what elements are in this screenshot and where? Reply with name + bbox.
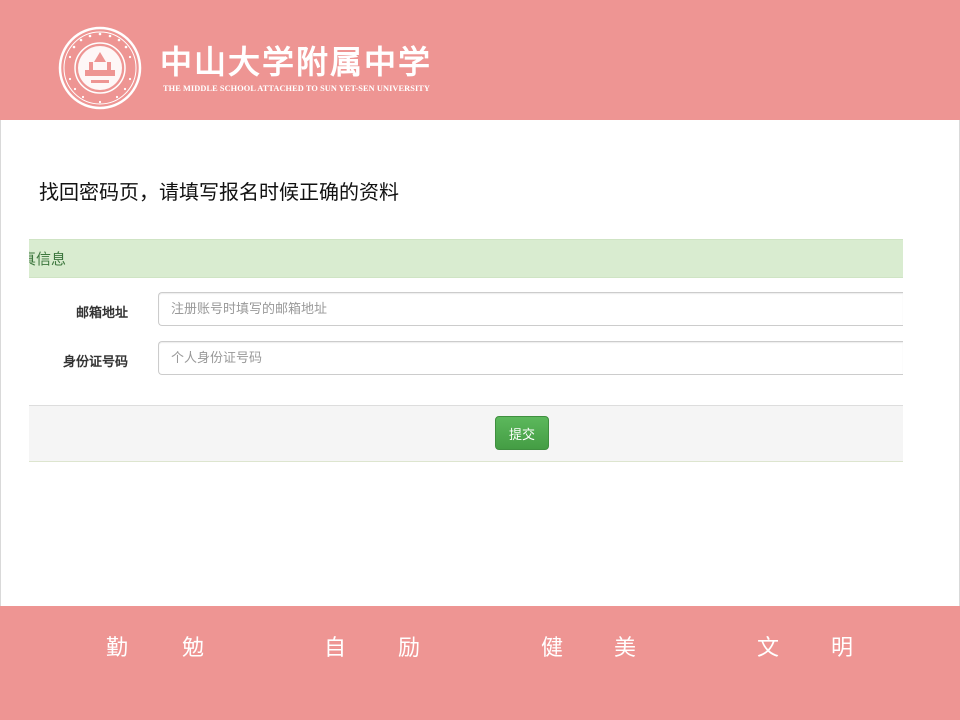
- motto-char: 健: [541, 636, 564, 661]
- id-number-label: 身份证号码: [62, 355, 128, 370]
- email-input[interactable]: [158, 292, 903, 326]
- school-logo-english: THE MIDDLE SCHOOL ATTACHED TO SUN YET-SE…: [163, 84, 431, 93]
- email-label: 邮箱地址: [75, 306, 128, 321]
- school-seal-icon: [58, 26, 142, 110]
- motto-char: 自: [324, 636, 347, 661]
- main-content: 找回密码页，请填写报名时候正确的资料 真信息 邮箱地址 身份证号码 提交: [0, 120, 960, 606]
- id-number-input[interactable]: [158, 341, 903, 375]
- submit-button[interactable]: 提交: [495, 416, 549, 450]
- page-title: 找回密码页，请填写报名时候正确的资料: [39, 180, 399, 204]
- panel-title: 真信息: [29, 250, 67, 268]
- motto-char: 勤: [106, 636, 129, 661]
- footer-banner: 勤 勉 自 励 健 美 文 明: [0, 606, 960, 720]
- school-logo-chinese: 中山大学附属中学: [160, 43, 433, 81]
- panel-heading: 真信息: [29, 239, 903, 278]
- panel-footer: 提交: [29, 405, 903, 462]
- motto-char: 明: [831, 636, 854, 661]
- motto-char: 励: [398, 636, 421, 661]
- motto-char: 文: [757, 636, 780, 661]
- motto-char: 勉: [182, 636, 205, 661]
- header-banner: 中山大学附属中学 THE MIDDLE SCHOOL ATTACHED TO S…: [0, 0, 960, 120]
- motto-char: 美: [614, 636, 637, 661]
- page: 中山大学附属中学 THE MIDDLE SCHOOL ATTACHED TO S…: [0, 0, 960, 720]
